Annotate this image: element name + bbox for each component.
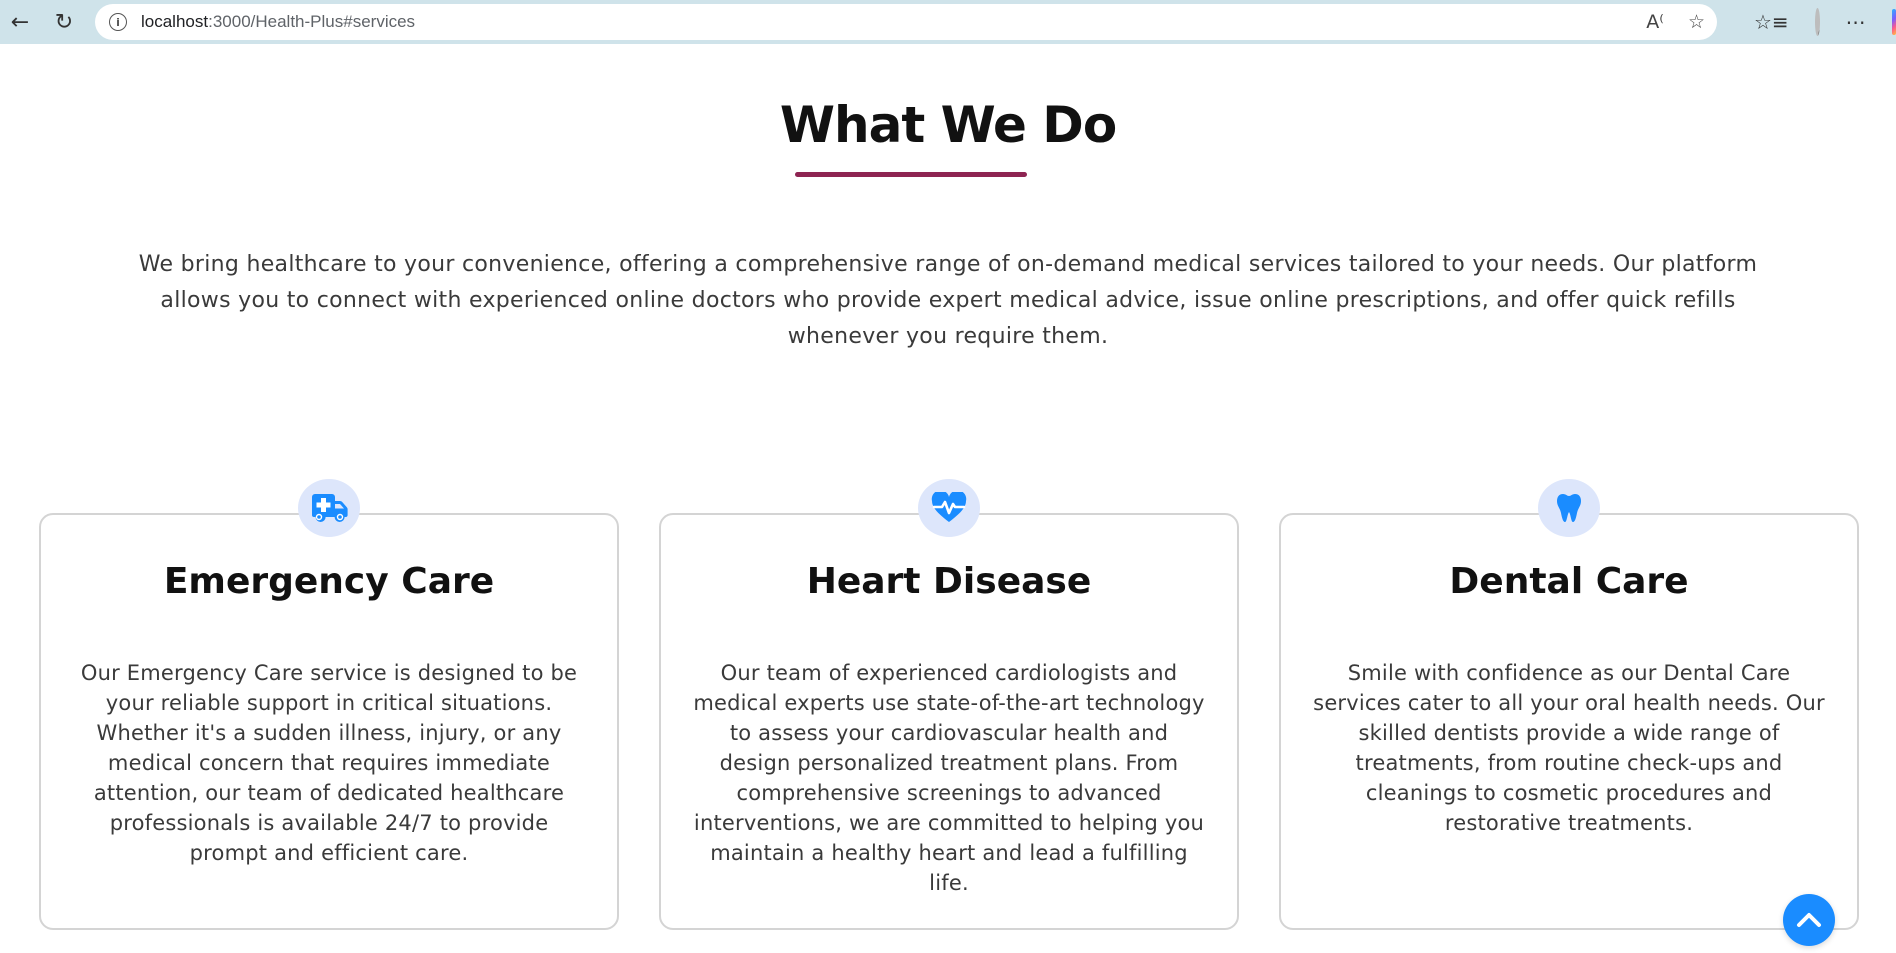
service-card-dental-care: Dental Care Smile with confidence as our… bbox=[1279, 479, 1859, 930]
card-description: Our Emergency Care service is designed t… bbox=[80, 661, 578, 865]
url-path: :3000/Health-Plus#services bbox=[208, 12, 416, 31]
tooth-icon bbox=[1538, 479, 1600, 537]
url-host: localhost bbox=[141, 12, 209, 31]
service-card-heart-disease: Heart Disease Our team of experienced ca… bbox=[659, 479, 1239, 930]
address-bar[interactable]: i localhost:3000/Health-Plus#services A⁽… bbox=[95, 4, 1717, 40]
site-info-icon[interactable]: i bbox=[109, 13, 127, 31]
card-title: Dental Care bbox=[1449, 561, 1689, 602]
reload-icon[interactable]: ↻ bbox=[46, 4, 82, 40]
url-text: localhost:3000/Health-Plus#services bbox=[141, 12, 415, 32]
chevron-up-icon bbox=[1797, 913, 1821, 927]
service-card-emergency-care: Emergency Care Our Emergency Care servic… bbox=[39, 479, 619, 930]
card-description: Smile with confidence as our Dental Care… bbox=[1313, 661, 1825, 835]
favorite-star-icon[interactable]: ☆ bbox=[1688, 11, 1705, 33]
card-description: Our team of experienced cardiologists an… bbox=[693, 661, 1205, 895]
heart-pulse-icon bbox=[918, 479, 980, 537]
more-options-icon[interactable]: ⋯ bbox=[1846, 10, 1866, 34]
truck-medical-icon bbox=[298, 479, 360, 537]
card-title: Heart Disease bbox=[806, 561, 1092, 602]
back-arrow-icon[interactable]: ← bbox=[2, 4, 38, 40]
profile-avatar-icon[interactable] bbox=[1814, 8, 1820, 36]
services-section: What We Do We bring healthcare to your c… bbox=[0, 44, 1896, 953]
title-underline bbox=[795, 172, 1027, 177]
section-intro: We bring healthcare to your convenience,… bbox=[138, 252, 1758, 349]
read-aloud-icon[interactable]: A⁽ bbox=[1646, 11, 1664, 33]
scroll-to-top-button[interactable] bbox=[1783, 894, 1835, 946]
copilot-icon[interactable] bbox=[1891, 9, 1896, 35]
card-title: Emergency Care bbox=[163, 561, 495, 602]
favorites-list-icon[interactable]: ☆≡ bbox=[1754, 10, 1789, 34]
browser-toolbar: ← ↻ i localhost:3000/Health-Plus#service… bbox=[0, 0, 1896, 44]
section-title: What We Do bbox=[779, 96, 1117, 154]
